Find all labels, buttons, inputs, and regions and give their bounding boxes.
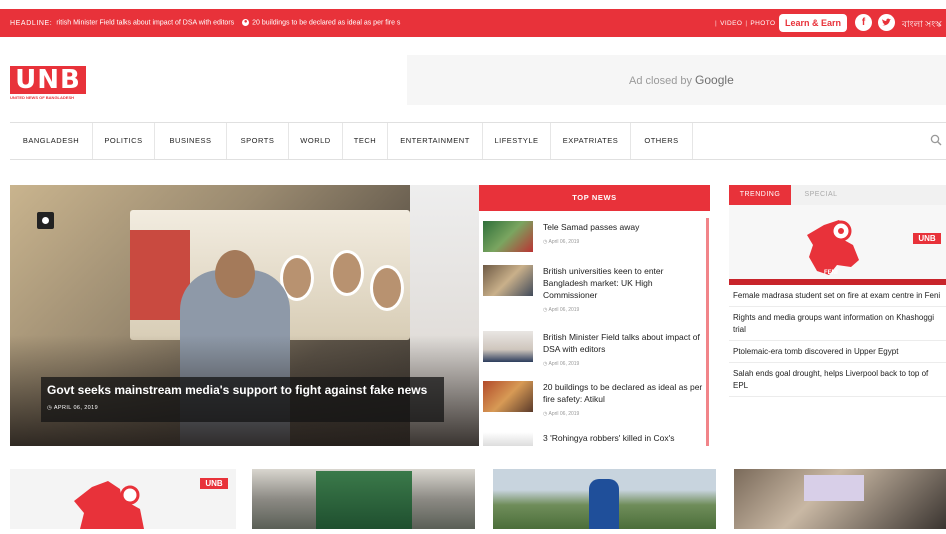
site-logo[interactable]: UNB UNITED NEWS OF BANGLADESH [10,66,86,102]
news-title[interactable]: British universities keen to enter Bangl… [543,265,705,301]
trending-item[interactable]: Rights and media groups want information… [729,307,946,341]
news-thumbnail[interactable] [483,265,533,296]
lead-story[interactable]: Govt seeks mainstream media's support to… [10,185,479,446]
list-item[interactable]: Tele Samad passes away ◷ April 06, 2019 [483,221,698,261]
news-thumbnail[interactable] [483,221,533,252]
tab-special[interactable]: SPECIAL [791,185,851,205]
nav-item-tech[interactable]: TECH [343,123,388,159]
news-thumbnail[interactable] [483,381,533,412]
nav-item-entertainment[interactable]: ENTERTAINMENT [388,123,483,159]
logo-subtitle: UNITED NEWS OF BANGLADESH [10,95,74,100]
trending-image[interactable]: UNB FENI [729,205,946,285]
ad-closed-text: Ad closed by Google [629,73,734,87]
nav-item-business[interactable]: BUSINESS [155,123,227,159]
main-nav: BANGLADESH POLITICS BUSINESS SPORTS WORL… [10,122,946,160]
ad-slot: Ad closed by Google [407,55,946,105]
clock-icon: ◷ [47,405,53,411]
list-item[interactable]: 20 buildings to be declared as ideal as … [483,381,702,425]
trending-item[interactable]: Salah ends goal drought, helps Liverpool… [729,363,946,397]
trending-panel: TRENDING SPECIAL UNB FENI Female madrasa… [729,185,946,421]
story-thumbnail[interactable] [734,469,946,529]
headline-ticker[interactable]: ritish Minister Field talks about impact… [56,19,686,27]
unb-watermark: UNB [913,233,941,244]
tab-trending[interactable]: TRENDING [729,185,791,205]
media-links: | VIDEO | PHOTO [715,19,776,27]
language-switch[interactable]: বাংলা সংস্ক [902,17,942,32]
story-thumbnail[interactable]: UNB [10,469,236,529]
twitter-icon[interactable] [878,14,895,31]
nav-item-sports[interactable]: SPORTS [227,123,289,159]
trending-item[interactable]: Female madrasa student set on fire at ex… [729,285,946,307]
news-thumbnail[interactable] [483,331,533,362]
news-title[interactable]: Tele Samad passes away [543,221,705,233]
list-item[interactable]: British universities keen to enter Bangl… [483,265,698,327]
scrollbar[interactable] [706,218,709,446]
news-thumbnail[interactable] [483,432,533,446]
news-title[interactable]: 3 'Rohingya robbers' killed in Cox's [543,432,698,444]
lead-story-date: ◷ APRIL 06, 2019 [47,405,99,411]
trending-item[interactable]: Ptolemaic-era tomb discovered in Upper E… [729,341,946,363]
story-thumbnail[interactable] [493,469,716,529]
news-date: ◷ April 06, 2019 [543,411,580,417]
news-date: ◷ April 06, 2019 [543,361,580,367]
top-news-panel: TOP NEWS Tele Samad passes away ◷ April … [479,185,710,446]
news-title[interactable]: British Minister Field talks about impac… [543,331,705,355]
learn-earn-button[interactable]: Learn & Earn [779,14,848,32]
facebook-icon[interactable]: f [855,14,872,31]
news-date: ◷ April 06, 2019 [543,239,580,245]
trending-tabs: TRENDING SPECIAL [729,185,946,205]
map-label: FENI [824,270,838,276]
ticker-item[interactable]: ritish Minister Field talks about impact… [56,20,234,27]
headline-bar: HEADLINE: ritish Minister Field talks ab… [0,9,946,37]
nav-item-expatriates[interactable]: EXPATRIATES [551,123,631,159]
nav-item-politics[interactable]: POLITICS [93,123,155,159]
lead-story-caption[interactable]: Govt seeks mainstream media's support to… [41,377,444,422]
video-link[interactable]: VIDEO [720,20,742,27]
list-item[interactable]: 3 'Rohingya robbers' killed in Cox's [483,432,698,446]
news-title[interactable]: 20 buildings to be declared as ideal as … [543,381,705,405]
unb-watermark: UNB [200,478,228,489]
headline-label: HEADLINE: [10,19,53,27]
story-thumbnail[interactable] [252,469,475,529]
bullet-icon: ● [242,19,250,27]
ticker-item[interactable]: 20 buildings to be declared as ideal as … [252,20,400,27]
lead-story-title[interactable]: Govt seeks mainstream media's support to… [47,383,438,397]
nav-item-lifestyle[interactable]: LIFESTYLE [483,123,551,159]
nav-item-bangladesh[interactable]: BANGLADESH [10,123,93,159]
play-icon[interactable] [37,212,54,229]
photo-link[interactable]: PHOTO [750,20,775,27]
search-icon[interactable] [930,134,942,146]
trending-list: Female madrasa student set on fire at ex… [729,285,946,397]
nav-item-others[interactable]: OTHERS [631,123,693,159]
nav-item-world[interactable]: WORLD [289,123,343,159]
top-news-header: TOP NEWS [479,185,710,211]
logo-mark: UNB [10,66,86,94]
news-date: ◷ April 06, 2019 [543,307,580,313]
list-item[interactable]: British Minister Field talks about impac… [483,331,700,375]
google-brand: Google [695,73,734,87]
